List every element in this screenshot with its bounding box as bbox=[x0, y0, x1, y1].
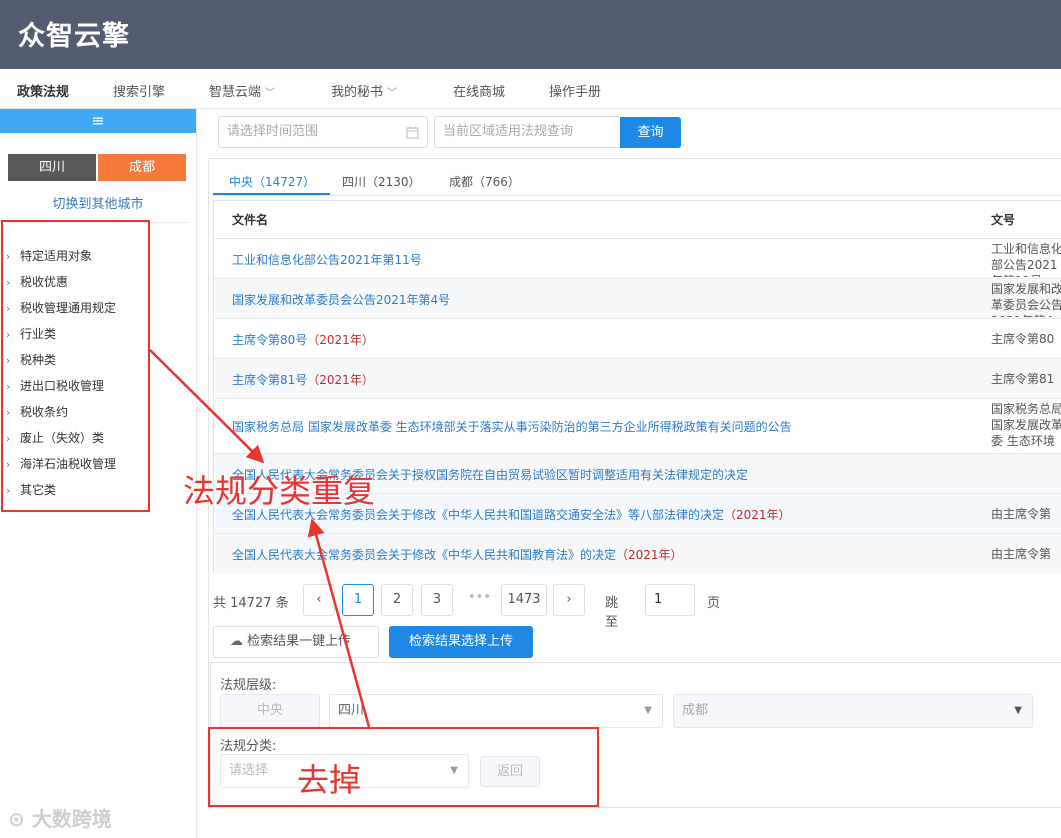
watermark: ⊙ 大数跨境 bbox=[8, 807, 112, 831]
annotation-remove-text: 去掉 bbox=[297, 761, 362, 799]
annotation-duplicate-text: 法规分类重复 bbox=[183, 472, 376, 510]
annotation-arrows bbox=[149, 349, 371, 728]
annotation-arrow bbox=[149, 349, 265, 464]
annotation-arrow bbox=[307, 518, 371, 728]
watermark-logo-icon: ⊙ bbox=[8, 807, 25, 831]
